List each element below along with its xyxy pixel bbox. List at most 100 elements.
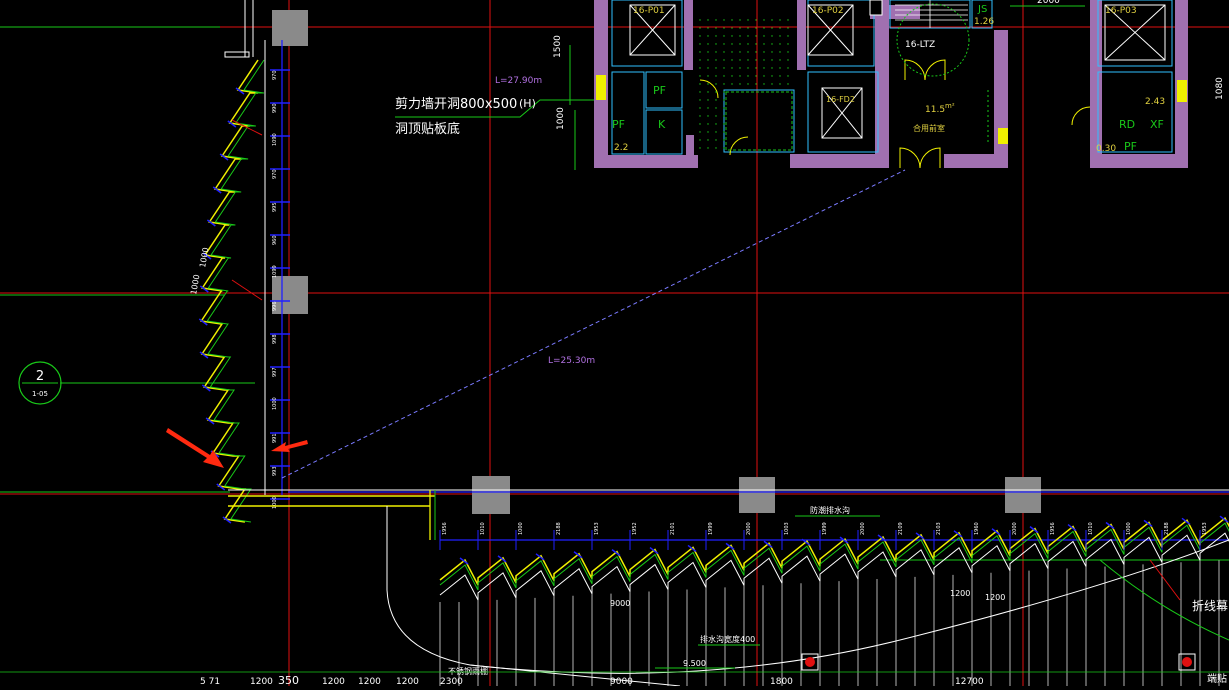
room-label-pf-3: PF: [1124, 140, 1137, 153]
hatch-dot: [763, 43, 765, 45]
hatch-dot: [715, 131, 717, 133]
vertical-dim-label: 995: [272, 202, 278, 212]
hatch-dot: [707, 147, 709, 149]
hatch-dot: [707, 19, 709, 21]
tag-js-val: 1.26: [974, 17, 994, 27]
axis-bubble-2[interactable]: 2 1-05: [18, 361, 62, 405]
hatch-dot: [747, 19, 749, 21]
ruler-label: 1200: [322, 677, 345, 686]
vertical-dim-label: 990: [272, 103, 278, 113]
length-label-mid: L=25.30m: [548, 356, 595, 366]
annotation-end: 端贴: [1207, 672, 1227, 685]
bottom-dim-9000: 9000: [610, 599, 630, 608]
vertical-dim-label: 1000: [272, 397, 278, 410]
bottom-dim-label: 1952: [632, 522, 638, 535]
hatch-dot: [787, 27, 789, 29]
vertical-dim-label: 998: [272, 334, 278, 344]
cad-canvas[interactable]: 2 1-05 970 990 1090 970 995 960 1099 996 998 997 1…: [0, 0, 1229, 690]
hatch-dot: [699, 131, 701, 133]
hatch-dot: [715, 19, 717, 21]
room-label-k: K: [658, 118, 666, 131]
hatch-dot: [755, 75, 757, 77]
hatch-dot: [755, 51, 757, 53]
ruler-label: 1200: [358, 677, 381, 686]
hatch-dot: [715, 27, 717, 29]
hatch-dot: [707, 139, 709, 141]
annotation-canopy: 不锈钢雨棚: [448, 666, 488, 676]
tag-area: 11.5: [925, 105, 945, 115]
hatch-dot: [707, 131, 709, 133]
bottom-dim-label: 1956: [1050, 522, 1056, 535]
vertical-dim-label: 996: [272, 301, 278, 311]
room-label-pf-1: PF: [653, 84, 666, 97]
axis-bubble-sub: 1-05: [32, 390, 48, 398]
vertical-dim-label: 970: [272, 70, 278, 80]
hatch-dot: [739, 51, 741, 53]
hatch-dot: [715, 59, 717, 61]
tag-xf-val: 2.43: [1145, 97, 1165, 107]
hatch-dot: [739, 59, 741, 61]
cad-drawing[interactable]: 2 1-05 970 990 1090 970 995 960 1099 996 998 997 1…: [0, 0, 1229, 690]
hatch-dot: [763, 83, 765, 85]
bottom-dim-label: 1010: [1088, 522, 1094, 535]
tag-ltz: 16-LTZ: [905, 40, 935, 50]
hatch-dot: [699, 147, 701, 149]
hatch-dot: [731, 35, 733, 37]
hatch-dot: [747, 59, 749, 61]
hatch-dot: [787, 19, 789, 21]
bottom-dim-label: 1999: [708, 522, 714, 535]
tag-fd: 16-FD2: [826, 95, 855, 104]
hatch-dot: [723, 59, 725, 61]
bottom-dim-label: 1000: [1126, 522, 1132, 535]
hatch-dot: [707, 51, 709, 53]
hatch-dot: [787, 67, 789, 69]
hatch-dot: [763, 67, 765, 69]
hatch-dot: [715, 115, 717, 117]
hatch-dot: [699, 99, 701, 101]
hatch-dot: [699, 91, 701, 93]
hatch-dot: [699, 51, 701, 53]
hatch-dot: [787, 59, 789, 61]
hatch-dot: [755, 19, 757, 21]
hatch-dot: [723, 131, 725, 133]
hatch-dot: [771, 59, 773, 61]
bottom-dim-label: 2188: [556, 522, 562, 535]
hatch-dot: [715, 123, 717, 125]
hatch-dot: [715, 139, 717, 141]
grid-bubble-h: (H): [519, 97, 536, 110]
marker-red-dot-icon: [805, 657, 815, 667]
hatch-dot: [707, 115, 709, 117]
bottom-dim-9500: 9.500: [683, 659, 706, 668]
hatch-dot: [747, 51, 749, 53]
hatch-dot: [707, 91, 709, 93]
room-label-xf: XF: [1150, 118, 1164, 131]
vertical-dim-label: 991: [272, 433, 278, 443]
hatch-dot: [707, 99, 709, 101]
hatch-dot: [707, 59, 709, 61]
hatch-dot: [707, 123, 709, 125]
hatch-dot: [723, 43, 725, 45]
hatch-dot: [771, 67, 773, 69]
annotation-drain: 防潮排水沟: [810, 505, 850, 515]
hatch-dot: [699, 139, 701, 141]
hatch-dot: [731, 43, 733, 45]
hatch-dot: [747, 27, 749, 29]
tag-pf-val: 2.2: [614, 143, 628, 153]
drawing-background: [0, 0, 1229, 686]
hatch-dot: [723, 67, 725, 69]
hatch-dot: [731, 51, 733, 53]
dim-1500: 1500: [553, 35, 563, 58]
hatch-dot: [763, 27, 765, 29]
hatch-dot: [739, 67, 741, 69]
wall-opening-line2: 洞顶贴板底: [395, 121, 460, 137]
wall-opening-line1: 剪力墙开洞800x500: [395, 96, 517, 112]
hatch-dot: [723, 27, 725, 29]
bottom-dim-label: 2101: [670, 522, 676, 535]
bottom-dim-label: 1956: [442, 522, 448, 535]
vertical-dim-label: 1099: [272, 265, 278, 278]
hatch-dot: [707, 75, 709, 77]
hatch-dot: [723, 91, 725, 93]
annotation-folded-curtain: 折线幕: [1192, 598, 1228, 613]
hatch-dot: [763, 19, 765, 21]
hatch-dot: [763, 75, 765, 77]
